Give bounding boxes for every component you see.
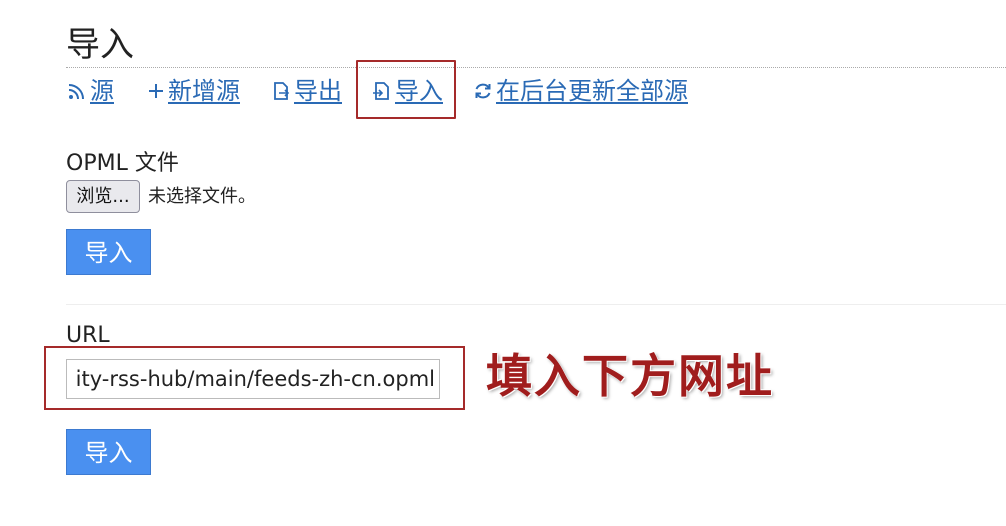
no-file-selected-text: 未选择文件。	[148, 186, 256, 207]
import-url-button[interactable]: 导入	[66, 429, 151, 475]
section-divider	[66, 304, 1006, 305]
file-export-icon	[270, 80, 292, 102]
title-divider	[66, 67, 1006, 68]
nav-item-feeds[interactable]: 源	[66, 76, 114, 106]
nav-item-label: 源	[90, 77, 114, 105]
nav-item-label: 在后台更新全部源	[496, 77, 688, 105]
refresh-icon	[472, 80, 494, 102]
import-page: 导入 源 新增源 导出 导入 在后台更新全部源 OPML 文件 浏览... 未选…	[0, 0, 1006, 526]
url-input-highlight-box	[44, 346, 465, 410]
import-file-button[interactable]: 导入	[66, 229, 151, 275]
nav-item-add-feed[interactable]: 新增源	[146, 76, 240, 106]
rss-icon	[66, 80, 88, 102]
browse-button[interactable]: 浏览...	[66, 180, 140, 213]
opml-file-label: OPML 文件	[66, 151, 179, 176]
plus-icon	[146, 80, 166, 102]
page-title: 导入	[66, 25, 134, 65]
nav-item-label: 导出	[294, 77, 342, 105]
nav-item-label: 新增源	[168, 77, 240, 105]
nav-item-update-all[interactable]: 在后台更新全部源	[472, 76, 688, 106]
import-tab-highlight-box	[356, 60, 456, 119]
annotation-text: 填入下方网址	[486, 349, 774, 403]
nav-item-export[interactable]: 导出	[270, 76, 342, 106]
